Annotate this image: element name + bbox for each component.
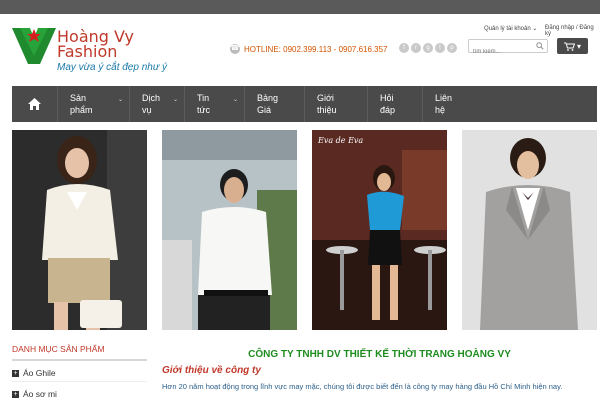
plus-icon: + — [12, 369, 19, 377]
nav-item-san-pham[interactable]: Sản phẩm ⌄ — [58, 86, 130, 122]
pinterest-icon[interactable]: p — [447, 43, 457, 53]
brand-name-line2: Fashion — [57, 42, 118, 61]
banner-mens-shirt[interactable] — [162, 130, 297, 330]
intro-heading: Giới thiệu về công ty — [162, 365, 261, 376]
banner-photo — [162, 130, 297, 330]
rss-icon[interactable]: r — [411, 43, 421, 53]
sidebar-heading: DANH MỤC SẢN PHẨM — [12, 344, 147, 361]
banner-eva-de-eva[interactable]: Eva de Eva — [312, 130, 447, 330]
account-menu[interactable]: Quản lý tài khoản — [484, 25, 537, 32]
banner-photo — [462, 130, 597, 330]
cart-icon — [563, 42, 575, 51]
nav-item-lien-he[interactable]: Liên hệ — [423, 86, 483, 122]
sidebar-item-ao-ghile[interactable]: + Áo Ghile — [12, 368, 147, 382]
chevron-down-icon: ⌄ — [172, 97, 178, 103]
facebook-icon[interactable]: f — [399, 43, 409, 53]
slogan: May vừa ý cắt đẹp như ý — [57, 62, 167, 73]
main-nav: Sản phẩm ⌄ Dịch vụ ⌄ Tin tức ⌄ Bảng Giá … — [12, 86, 597, 122]
sidebar-item-ao-so-mi[interactable]: + Áo sơ mi — [12, 389, 147, 400]
banner-mens-suit[interactable] — [462, 130, 597, 330]
nav-label-line2: đáp — [380, 105, 396, 115]
nav-label-line1: Hỏi — [380, 93, 394, 103]
search-box — [468, 39, 548, 58]
search-input[interactable] — [469, 46, 531, 58]
top-strip — [0, 0, 600, 14]
intro-text: Hơn 20 năm hoạt động trong lĩnh vực may … — [162, 382, 563, 391]
social-links: f r g t p — [399, 43, 457, 53]
cart-button[interactable]: ▾ — [557, 38, 588, 54]
nav-label-line1: Liên — [435, 93, 453, 103]
banner-womens-fashion[interactable] — [12, 130, 147, 330]
google-plus-icon[interactable]: g — [423, 43, 433, 53]
sidebar: DANH MỤC SẢN PHẨM + Áo Ghile + Áo sơ mi — [12, 344, 147, 400]
nav-label-line2: thiệu — [317, 105, 337, 115]
nav-item-tin-tuc[interactable]: Tin tức ⌄ — [185, 86, 245, 122]
store-sign: Eva de Eva — [318, 136, 364, 145]
chevron-down-icon: ⌄ — [117, 97, 123, 103]
banner-photo — [312, 130, 447, 330]
nav-item-gioi-thieu[interactable]: Giới thiệu — [305, 86, 368, 122]
nav-label-line2: Giá — [257, 105, 272, 115]
page: Hoàng Vy Fashion May vừa ý cắt đẹp như ý… — [0, 14, 600, 400]
chevron-down-icon: ⌄ — [232, 97, 238, 103]
hotline-text: HOTLINE: 0902.399.113 - 0907.616.357 — [244, 44, 388, 54]
nav-item-bang-gia[interactable]: Bảng Giá — [245, 86, 305, 122]
login-link[interactable]: Đăng nhập / Đăng ký — [545, 25, 600, 37]
nav-label-line1: Giới — [317, 93, 334, 103]
company-name: CÔNG TY TNHH DV THIẾT KẾ THỜI TRANG HOÀN… — [248, 349, 511, 360]
logo-mark-icon — [12, 28, 56, 64]
banner-photo — [12, 130, 147, 330]
sidebar-item-label: Áo Ghile — [23, 368, 56, 378]
nav-item-hoi-dap[interactable]: Hỏi đáp — [368, 86, 423, 122]
phone-icon: ☎ — [230, 44, 240, 54]
plus-icon: + — [12, 390, 19, 398]
twitter-icon[interactable]: t — [435, 43, 445, 53]
nav-home[interactable] — [12, 86, 58, 122]
sidebar-item-label: Áo sơ mi — [23, 389, 57, 399]
search-icon[interactable] — [536, 42, 544, 50]
nav-label-line1: Bảng — [257, 93, 279, 103]
chevron-down-icon: ▾ — [576, 41, 581, 51]
home-icon — [28, 98, 41, 110]
hotline: ☎ HOTLINE: 0902.399.113 - 0907.616.357 — [230, 44, 388, 54]
nav-label-line2: hệ — [435, 105, 446, 115]
nav-item-dich-vu[interactable]: Dịch vụ ⌄ — [130, 86, 185, 122]
